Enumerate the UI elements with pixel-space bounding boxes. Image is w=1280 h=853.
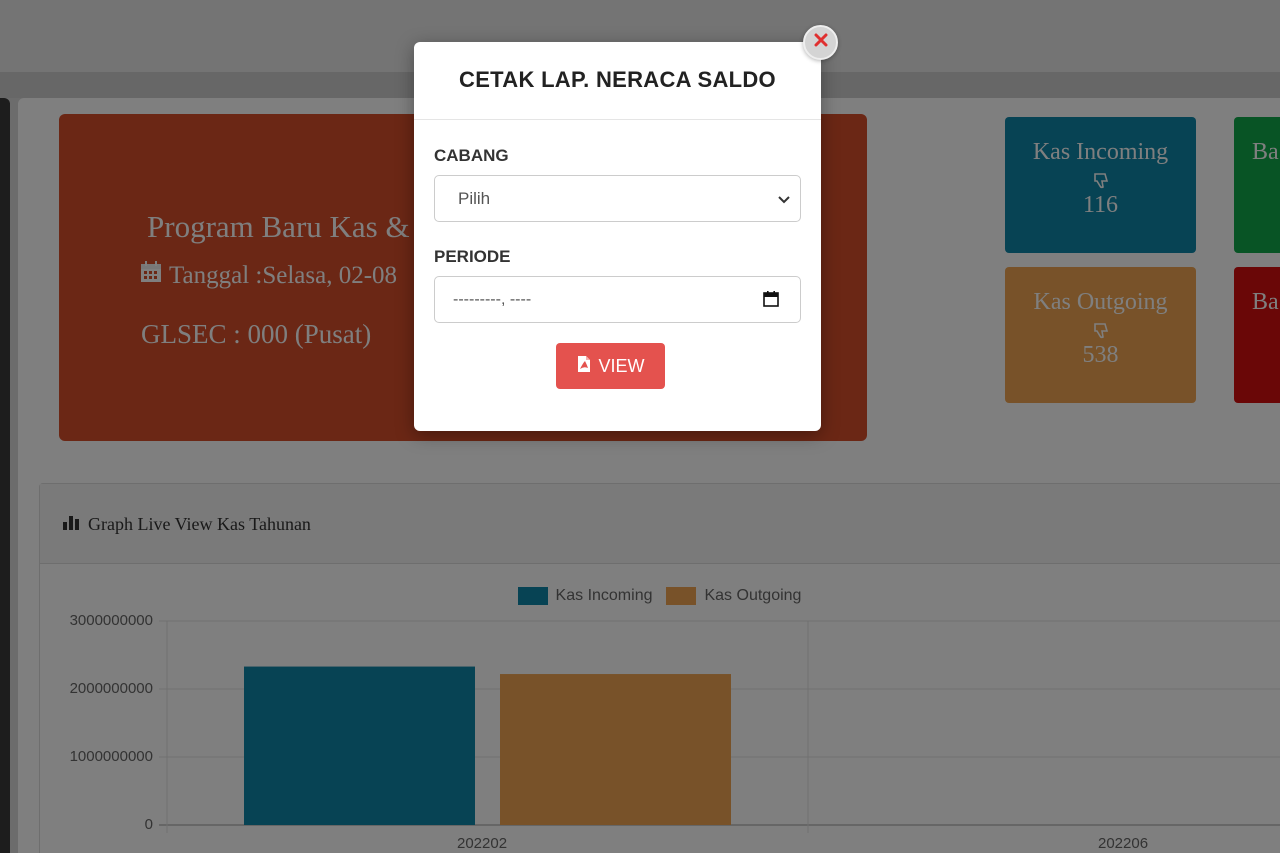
calendar-icon[interactable] [762,290,780,308]
modal-divider [414,119,821,120]
view-button[interactable]: VIEW [556,343,665,389]
cabang-select-value: Pilih [458,188,491,208]
print-report-modal: CETAK LAP. NERACA SALDO CABANG Pilih PER… [414,42,821,431]
view-button-label: VIEW [598,355,645,376]
close-modal-button[interactable] [803,25,838,60]
periode-input[interactable]: ---------, ---- [434,276,801,323]
cabang-label: CABANG [434,146,509,165]
periode-label: PERIODE [434,247,511,266]
close-icon [814,33,828,52]
periode-input-value: ---------, ---- [453,290,532,308]
file-pdf-icon [576,355,592,378]
cabang-select[interactable]: Pilih [434,175,801,222]
modal-title: CETAK LAP. NERACA SALDO [459,67,776,92]
chevron-down-icon [776,191,792,207]
